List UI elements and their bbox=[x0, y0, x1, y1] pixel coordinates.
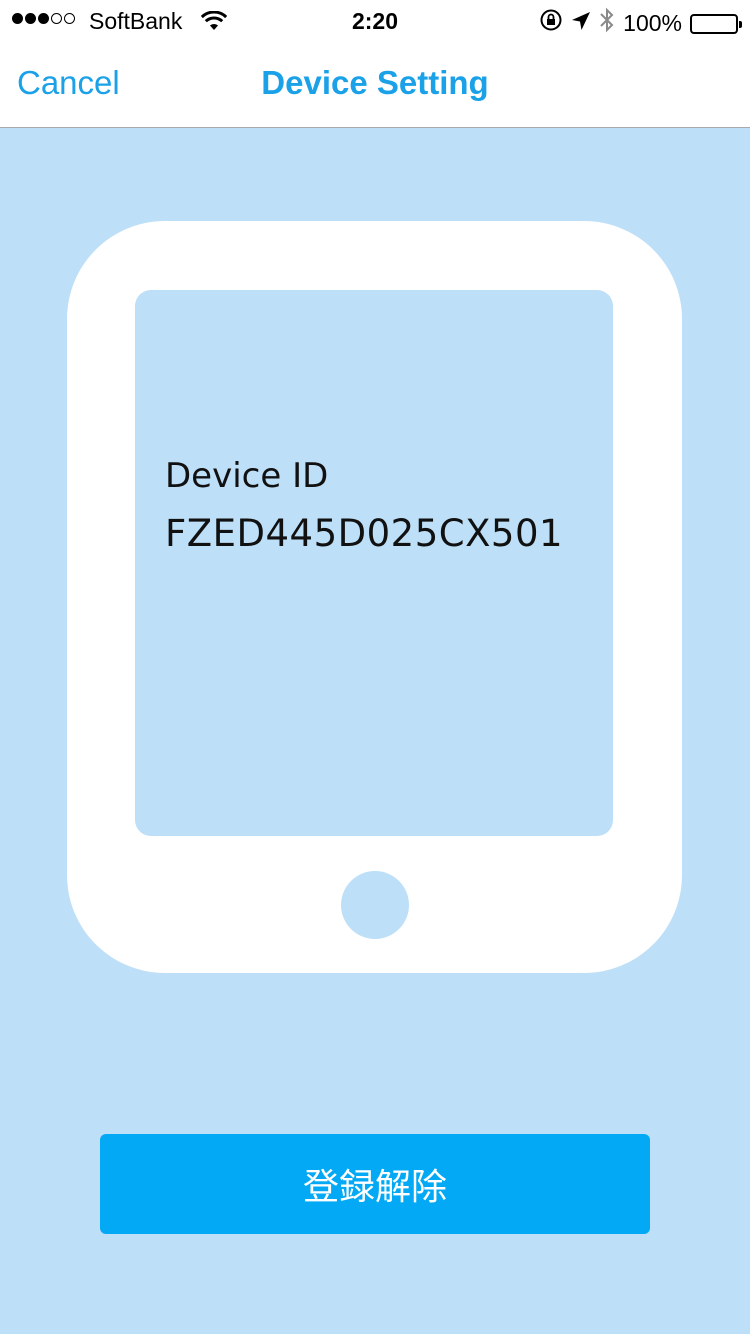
device-home-button-graphic bbox=[341, 871, 409, 939]
device-illustration: Device ID FZED445D025CX501 bbox=[67, 221, 682, 973]
location-arrow-icon bbox=[571, 10, 591, 38]
status-bar: SoftBank 2:20 100% bbox=[0, 0, 750, 40]
status-right-group: 100% bbox=[539, 7, 742, 40]
bluetooth-icon bbox=[599, 7, 615, 40]
device-screen: Device ID FZED445D025CX501 bbox=[135, 290, 613, 836]
battery-icon bbox=[690, 13, 742, 34]
unregister-button[interactable]: 登録解除 bbox=[100, 1134, 650, 1234]
device-setting-screen: SoftBank 2:20 100% Device Setting Cancel… bbox=[0, 0, 750, 1334]
battery-percent: 100% bbox=[623, 10, 682, 36]
device-id-label: Device ID bbox=[165, 456, 329, 496]
cancel-button[interactable]: Cancel bbox=[17, 64, 120, 102]
device-id-value: FZED445D025CX501 bbox=[165, 512, 564, 555]
top-bar: SoftBank 2:20 100% Device Setting Cancel bbox=[0, 0, 750, 128]
orientation-lock-icon bbox=[539, 8, 563, 39]
